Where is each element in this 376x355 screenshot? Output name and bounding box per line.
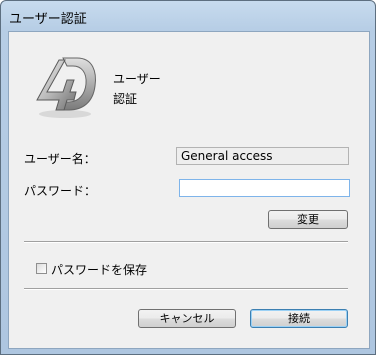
separator-bottom (24, 288, 348, 290)
dialog-content: ユーザー 認証 ユーザー名： General access パスワード： 変更 … (8, 31, 370, 349)
logo-caption-line2: 認証 (113, 92, 138, 106)
connect-button[interactable]: 接続 (250, 309, 348, 328)
username-label: ユーザー名： (24, 152, 96, 166)
save-password-label[interactable]: パスワードを保存 (51, 261, 147, 278)
username-field[interactable]: General access (176, 147, 349, 165)
change-password-button[interactable]: 変更 (268, 210, 348, 229)
save-password-checkbox[interactable] (36, 263, 47, 274)
title-bar[interactable]: ユーザー認証 (1, 1, 375, 31)
cancel-button[interactable]: キャンセル (138, 309, 236, 328)
logo-caption-line1: ユーザー (113, 72, 161, 86)
auth-dialog: ユーザー認証 ユーザー 認証 ユーザー名： General access パスワ… (0, 0, 376, 355)
separator-top (24, 241, 348, 243)
password-label: パスワード： (24, 184, 97, 198)
password-field[interactable] (179, 179, 350, 197)
window-title: ユーザー認証 (9, 12, 87, 27)
4d-logo-icon (33, 50, 103, 120)
